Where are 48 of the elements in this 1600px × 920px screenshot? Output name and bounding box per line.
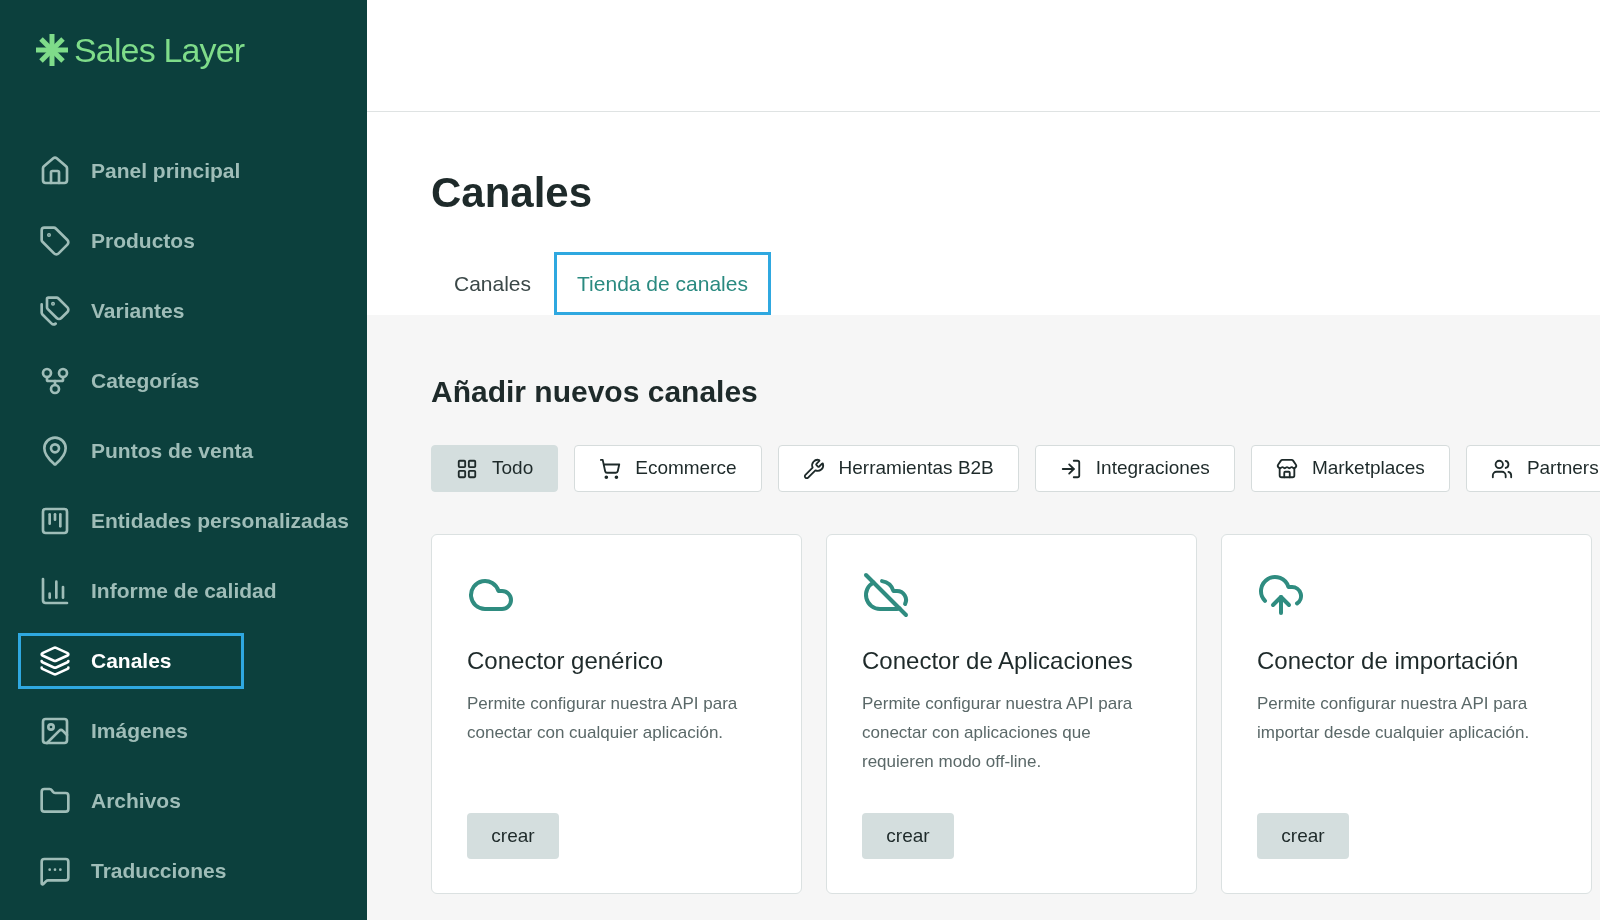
card-description: Permite configurar nuestra API para conectar con cualquier aplicación. [467,693,739,744]
store-icon [1275,457,1298,480]
home-icon [39,155,71,187]
create-button[interactable]: crear [862,813,954,859]
tags-icon [39,295,71,327]
users-icon [1490,457,1513,480]
sidebar-item[interactable]: Archivos [18,773,244,829]
sidebar-item[interactable]: Variantes [18,283,244,339]
layers-icon [39,645,71,677]
sidebar-item[interactable]: Imágenes [18,703,244,759]
logo-text: Sales Layer [74,30,245,71]
tag-icon [39,225,71,257]
tab[interactable]: Canales [431,252,555,315]
sidebar-item[interactable]: Entidades personalizadas [18,493,370,549]
sidebar-item[interactable]: Informe de calidad [18,563,298,619]
sidebar-item[interactable]: Productos [18,213,244,269]
page-title: Canales [431,172,594,214]
image-icon [39,715,71,747]
sidebar-item[interactable]: Categorías [18,353,244,409]
asterisk-logo-icon [34,32,70,68]
columns-icon [39,505,71,537]
cloud-off-icon [862,571,910,619]
create-button[interactable]: crear [467,813,559,859]
sidebar-item[interactable]: Canales [18,633,244,689]
create-button[interactable]: crear [1257,813,1349,859]
sidebar-item[interactable]: Puntos de venta [18,423,275,479]
card-title: Conector de importación [1257,646,1520,676]
card-title: Conector genérico [467,646,665,676]
tools-icon [802,457,825,480]
card-description: Permite configurar nuestra API para importar desde cualquier aplicación. [1257,693,1531,744]
filter-chip[interactable]: Herramientas B2B [777,445,1019,492]
arrow-in-icon [1059,457,1082,480]
message-icon [39,855,71,887]
filter-chip[interactable]: Todo [431,445,559,492]
filter-chip[interactable]: Partners [1465,445,1600,492]
filter-chip[interactable]: Integraciones [1034,445,1235,492]
cart-icon [599,457,622,480]
tab[interactable]: Tienda de canales [554,252,771,315]
filter-chip[interactable]: Marketplaces [1250,445,1450,492]
card-description: Permite configurar nuestra API para conectar con aplicaciones que requieren modo off-line. [862,693,1134,773]
grid-icon [456,457,478,480]
card-title: Conector de Aplicaciones [862,646,1134,676]
bar-chart-icon [39,575,71,607]
filter-chip[interactable]: Ecommerce [574,445,762,492]
section-title: Añadir nuevos canales [431,377,759,407]
branch-icon [39,365,71,397]
sidebar-item[interactable]: Traducciones [18,843,248,899]
sidebar-item[interactable]: Panel principal [18,143,262,199]
